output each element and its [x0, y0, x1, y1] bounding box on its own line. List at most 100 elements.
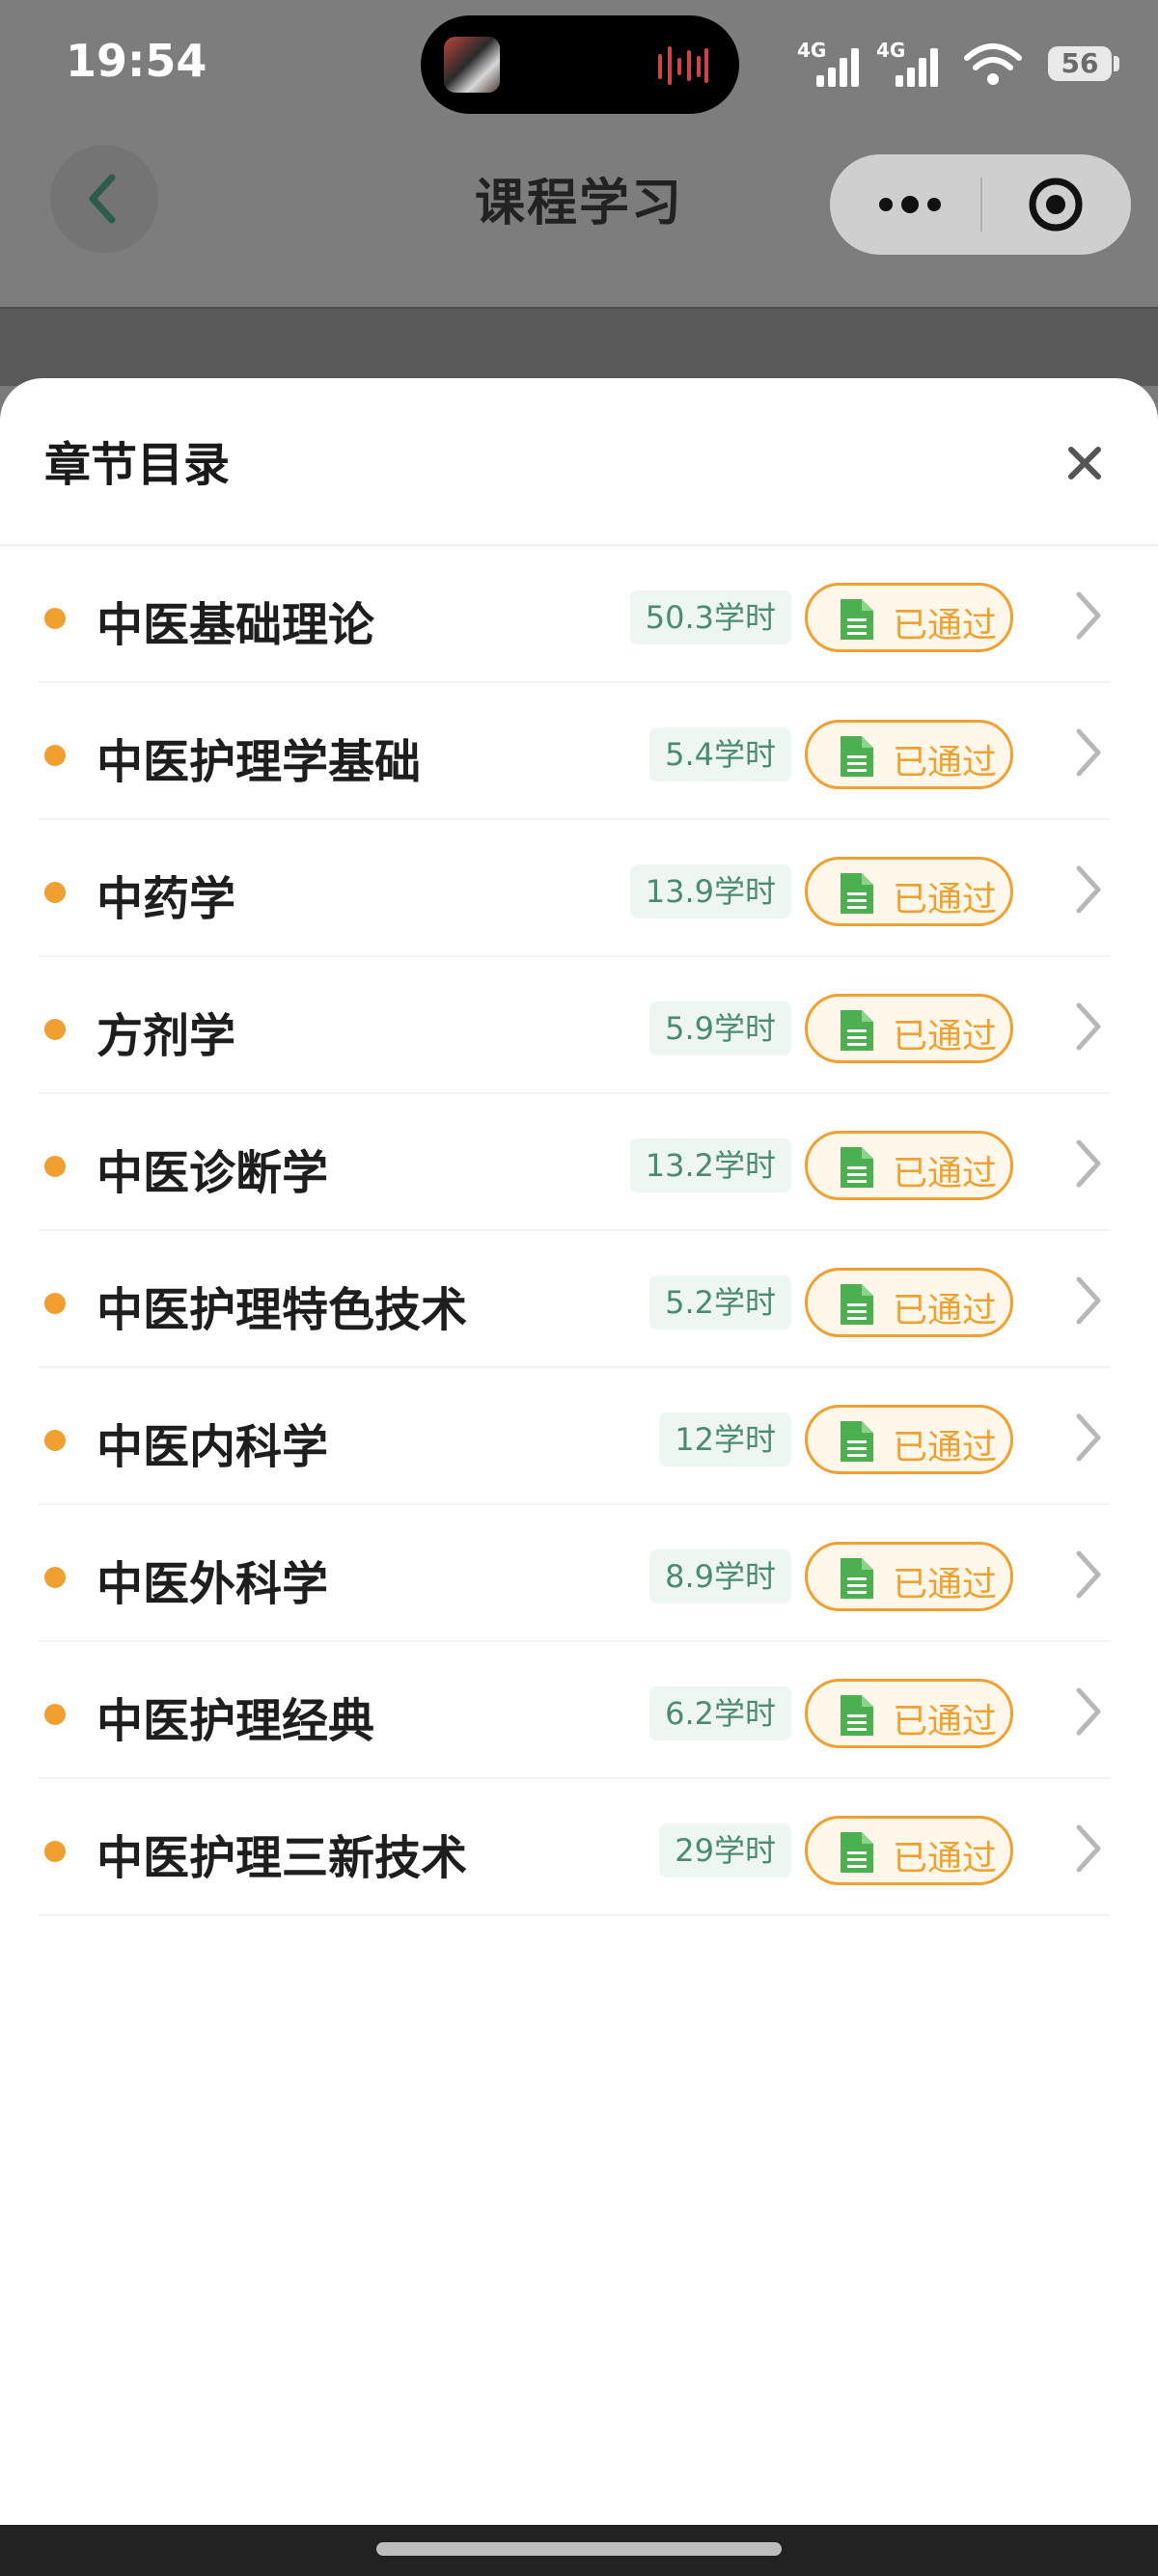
- chapter-bullet: [44, 1293, 66, 1314]
- chapter-bullet: [44, 1019, 66, 1040]
- chapter-hours-wrap: 12学时: [659, 1412, 791, 1466]
- chapter-row[interactable]: 中医基础理论 50.3学时 已通过: [0, 546, 1158, 683]
- chapter-title: 中医内科学: [96, 1420, 329, 1474]
- capsule-separator: [980, 178, 982, 232]
- chapter-bullet: [44, 1567, 66, 1588]
- status-badge: 已通过: [805, 857, 1013, 926]
- battery-indicator: 56: [1048, 46, 1112, 81]
- chevron-right-icon: [1076, 1824, 1101, 1873]
- chapter-row[interactable]: 中医护理学基础 5.4学时 已通过: [0, 683, 1158, 820]
- status-label: 已通过: [893, 743, 998, 782]
- target-circle-icon[interactable]: [1027, 176, 1085, 233]
- chapter-hours-badge: 5.2学时: [649, 1275, 791, 1329]
- chapter-bullet: [44, 1156, 66, 1177]
- chapter-hours-wrap: 13.9学时: [629, 864, 791, 918]
- chapter-hours-badge: 29学时: [659, 1823, 791, 1877]
- chapter-hours-badge: 13.9学时: [629, 864, 791, 918]
- chapter-title: 中药学: [96, 872, 236, 926]
- chapter-title: 中医护理三新技术: [96, 1831, 468, 1885]
- chapter-hours-wrap: 8.9学时: [649, 1549, 791, 1603]
- chevron-right-icon: [1076, 1413, 1101, 1462]
- chevron-right-icon: [1076, 1002, 1101, 1051]
- chapter-title: 中医护理学基础: [96, 735, 422, 789]
- signal-icon: [896, 48, 938, 87]
- document-icon: [841, 1010, 873, 1051]
- status-label: 已通过: [893, 1702, 998, 1741]
- chevron-right-icon: [1076, 865, 1101, 914]
- status-time: 19:54: [66, 35, 207, 87]
- screen: 19:54 4G 4G 56 课程学习 章节目录 中医基础理论 50.3学时 已…: [0, 0, 1158, 2576]
- chapter-row[interactable]: 中医护理三新技术 29学时 已通过: [0, 1779, 1158, 1916]
- close-icon[interactable]: [1058, 436, 1112, 490]
- document-icon: [841, 1284, 873, 1325]
- home-indicator[interactable]: [376, 2542, 782, 2556]
- chapter-title: 中医基础理论: [96, 598, 375, 652]
- status-badge: 已通过: [805, 994, 1013, 1063]
- chapter-bullet: [44, 1841, 66, 1862]
- chapter-hours-badge: 5.9学时: [649, 1001, 791, 1055]
- chapter-bullet: [44, 882, 66, 903]
- status-badge: 已通过: [805, 720, 1013, 789]
- chapter-title: 中医护理特色技术: [96, 1283, 468, 1337]
- document-icon: [841, 1695, 873, 1736]
- chapter-row[interactable]: 中医护理特色技术 5.2学时 已通过: [0, 1231, 1158, 1368]
- chapter-title: 中医诊断学: [96, 1146, 329, 1200]
- document-icon: [841, 873, 873, 914]
- chapter-row[interactable]: 方剂学 5.9学时 已通过: [0, 957, 1158, 1094]
- chapter-hours-badge: 50.3学时: [629, 590, 791, 644]
- document-icon: [841, 1832, 873, 1873]
- chapter-hours-badge: 12学时: [659, 1412, 791, 1466]
- chapter-hours-badge: 5.4学时: [649, 727, 791, 781]
- document-icon: [841, 1558, 873, 1599]
- status-badge: 已通过: [805, 1405, 1013, 1474]
- sheet-title: 章节目录: [44, 438, 231, 492]
- chevron-right-icon: [1076, 1687, 1101, 1736]
- chapter-hours-badge: 13.2学时: [629, 1138, 791, 1192]
- miniprogram-capsule: [830, 154, 1131, 255]
- chapter-bullet: [44, 1704, 66, 1725]
- chapter-directory-sheet: 章节目录 中医基础理论 50.3学时 已通过 中医护理学基础 5.4学时 已通过…: [0, 378, 1158, 2525]
- chapter-title: 中医外科学: [96, 1557, 329, 1611]
- chapter-hours-wrap: 5.2学时: [649, 1275, 791, 1329]
- chevron-right-icon: [1076, 1550, 1101, 1599]
- chapter-title: 方剂学: [96, 1009, 236, 1063]
- status-label: 已通过: [893, 1428, 998, 1467]
- signal-icon: [816, 48, 859, 87]
- chevron-right-icon: [1076, 1276, 1101, 1325]
- status-label: 已通过: [893, 880, 998, 919]
- chevron-right-icon: [1076, 591, 1101, 640]
- status-badge: 已通过: [805, 1542, 1013, 1611]
- status-badge: 已通过: [805, 1679, 1013, 1748]
- status-badge: 已通过: [805, 1268, 1013, 1337]
- chevron-right-icon: [1076, 728, 1101, 777]
- chapter-bullet: [44, 1430, 66, 1451]
- dynamic-island: [421, 15, 739, 114]
- chapter-row[interactable]: 中药学 13.9学时 已通过: [0, 820, 1158, 957]
- status-badge: 已通过: [805, 583, 1013, 652]
- chapter-row[interactable]: 中医外科学 8.9学时 已通过: [0, 1505, 1158, 1642]
- document-icon: [841, 736, 873, 777]
- more-dots-icon[interactable]: [876, 193, 944, 216]
- status-indicators: 4G 4G 56: [791, 37, 1119, 95]
- chapter-title: 中医护理经典: [96, 1694, 375, 1748]
- chapter-hours-wrap: 50.3学时: [629, 590, 791, 644]
- chapter-hours-wrap: 5.4学时: [649, 727, 791, 781]
- document-icon: [841, 599, 873, 640]
- chapter-bullet: [44, 745, 66, 766]
- chapter-row[interactable]: 中医诊断学 13.2学时 已通过: [0, 1094, 1158, 1231]
- status-label: 已通过: [893, 1565, 998, 1604]
- chapter-hours-wrap: 6.2学时: [649, 1686, 791, 1740]
- status-badge: 已通过: [805, 1816, 1013, 1885]
- status-label: 已通过: [893, 1839, 998, 1878]
- chapter-hours-badge: 6.2学时: [649, 1686, 791, 1740]
- chapter-row[interactable]: 中医护理经典 6.2学时 已通过: [0, 1642, 1158, 1779]
- now-playing-artwork: [444, 37, 500, 93]
- audio-waveform-icon: [658, 46, 708, 85]
- document-icon: [841, 1147, 873, 1188]
- chapter-row[interactable]: 中医内科学 12学时 已通过: [0, 1368, 1158, 1505]
- document-icon: [841, 1421, 873, 1462]
- chapter-list: 中医基础理论 50.3学时 已通过 中医护理学基础 5.4学时 已通过 中药学 …: [0, 546, 1158, 1916]
- chapter-hours-badge: 8.9学时: [649, 1549, 791, 1603]
- battery-tip: [1114, 56, 1119, 71]
- dimmed-background: [0, 309, 1158, 386]
